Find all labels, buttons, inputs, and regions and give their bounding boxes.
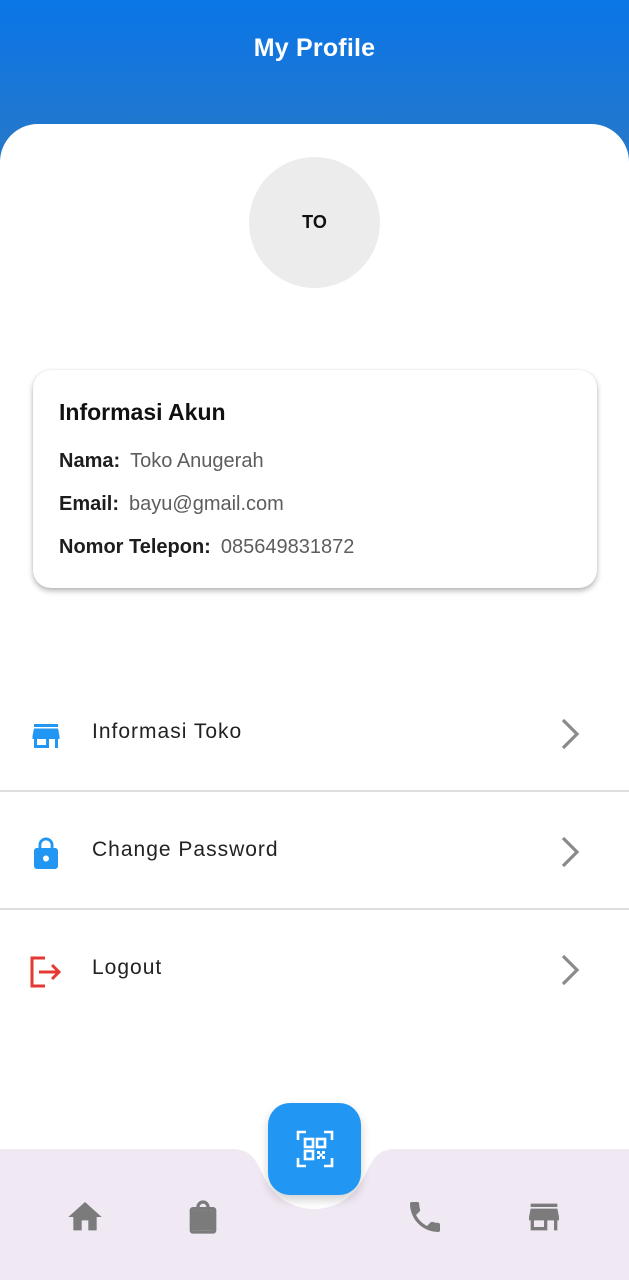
qr-scan-button[interactable]: [268, 1103, 361, 1195]
store-icon[interactable]: [524, 1197, 564, 1237]
shopping-bag-icon[interactable]: [183, 1197, 223, 1237]
avatar[interactable]: TO: [249, 157, 380, 288]
phone-value: 085649831872: [220, 536, 355, 558]
menu-item-label: Logout: [92, 956, 163, 979]
qr-scan-icon: [296, 1130, 333, 1168]
phone-label: Nomor Telepon:: [59, 536, 211, 558]
home-icon[interactable]: [65, 1197, 105, 1237]
profile-screen: My Profile TO Informasi Akun Nama: Toko A…: [0, 0, 629, 1280]
store-icon: [32, 724, 60, 748]
lock-icon: [34, 837, 58, 869]
menu-item-label: Change Password: [92, 838, 279, 861]
phone-icon[interactable]: [405, 1197, 445, 1237]
page-title: My Profile: [253, 34, 376, 62]
email-value: bayu@gmail.com: [129, 493, 284, 515]
name-row: Nama: Toko Anugerah: [59, 450, 264, 473]
avatar-initials: TO: [302, 212, 327, 232]
email-label: Email:: [59, 493, 120, 515]
menu-item-informasi-toko[interactable]: Informasi Toko: [0, 674, 629, 792]
name-label: Nama:: [59, 450, 121, 472]
account-info-title: Informasi Akun: [59, 399, 226, 425]
account-info-card: Informasi Akun Nama: Toko Anugerah Email:…: [33, 370, 597, 588]
menu-item-logout[interactable]: Logout: [0, 910, 629, 1028]
chevron-right-icon: [561, 718, 580, 750]
email-row: Email: bayu@gmail.com: [59, 493, 284, 516]
menu-item-change-password[interactable]: Change Password: [0, 792, 629, 910]
name-value: Toko Anugerah: [130, 450, 264, 472]
menu-item-label: Informasi Toko: [92, 720, 243, 743]
chevron-right-icon: [561, 954, 580, 986]
chevron-right-icon: [561, 836, 580, 868]
phone-row: Nomor Telepon: 085649831872: [59, 536, 354, 559]
logout-icon: [30, 956, 62, 988]
